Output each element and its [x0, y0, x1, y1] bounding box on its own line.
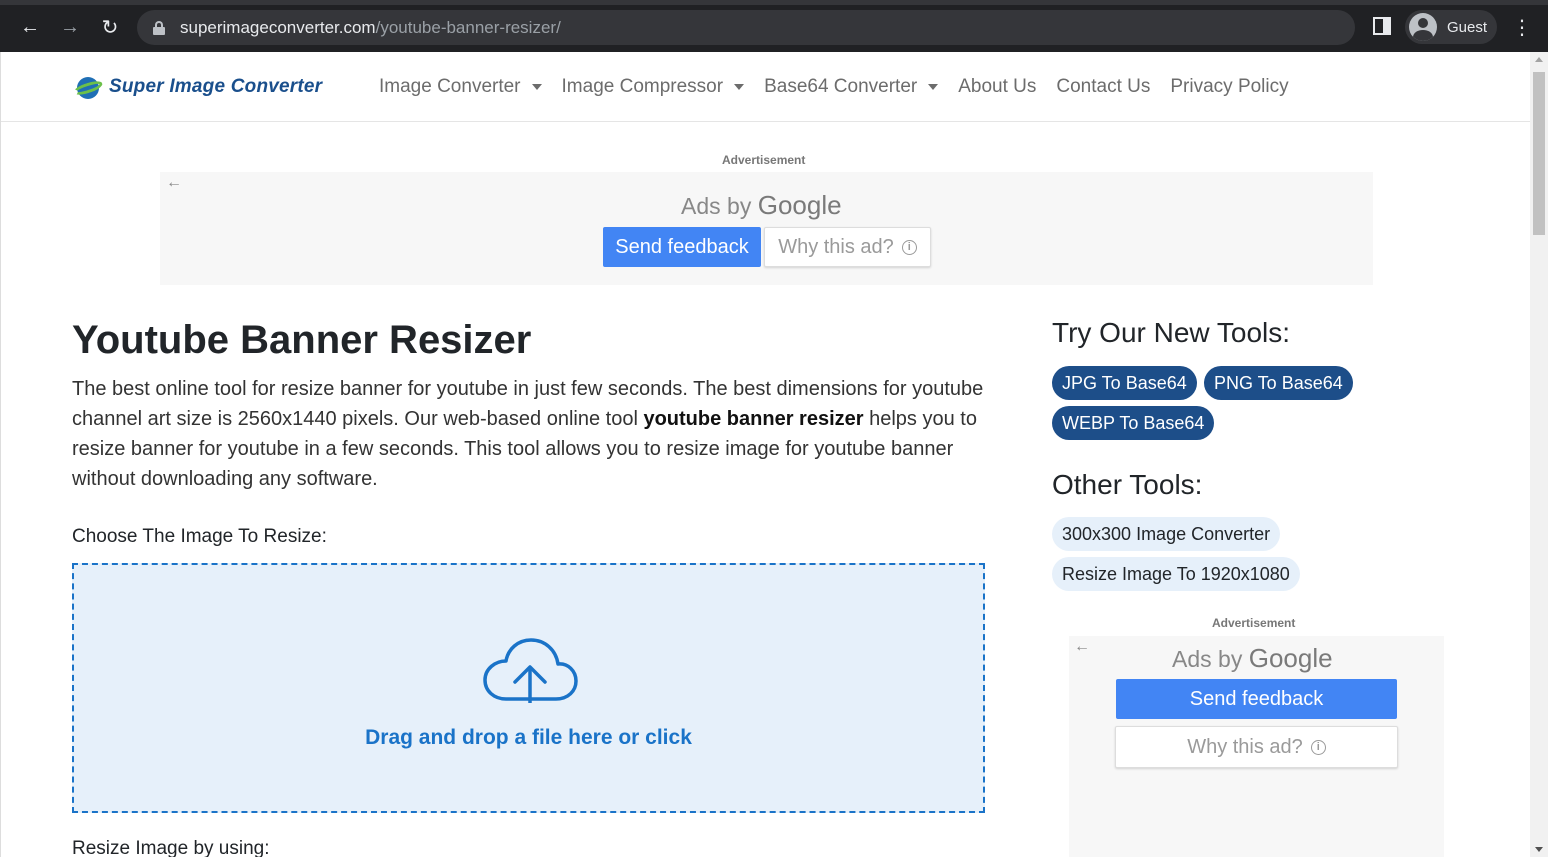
advertisement-label: Advertisement — [1212, 616, 1296, 630]
nav-label: Base64 Converter — [764, 76, 918, 97]
scroll-down-icon[interactable] — [1535, 847, 1543, 852]
caret-down-icon — [928, 84, 939, 90]
logo-globe-icon — [72, 74, 104, 100]
tool-pill-300x300-converter[interactable]: 300x300 Image Converter — [1052, 517, 1281, 551]
lock-icon[interactable] — [153, 20, 165, 35]
nav-label: About Us — [958, 76, 1037, 97]
profile-name: Guest — [1447, 18, 1488, 36]
advertisement-label: Advertisement — [722, 153, 806, 167]
reload-icon[interactable]: ↻ — [95, 12, 125, 42]
nav-contact-us[interactable]: Contact Us — [1056, 76, 1150, 98]
dropzone-text[interactable]: Drag and drop a file here or click — [74, 726, 983, 750]
caret-down-icon — [734, 84, 745, 90]
ads-by-text: Ads by — [681, 193, 752, 219]
other-tools-heading: Other Tools: — [1052, 469, 1203, 500]
why-this-ad-label: Why this ad? — [778, 235, 894, 258]
url-path: /youtube-banner-resizer/ — [375, 17, 561, 37]
caret-down-icon — [531, 84, 542, 90]
back-arrow-icon[interactable]: ← — [15, 12, 45, 42]
file-dropzone[interactable]: Drag and drop a file here or click — [72, 563, 985, 813]
page-scrollbar[interactable] — [1530, 52, 1548, 857]
tab-strip-edge — [0, 0, 1548, 5]
nav-label: Image Compressor — [561, 76, 724, 97]
info-icon: i — [901, 239, 917, 255]
profile-button[interactable]: Guest — [1405, 10, 1497, 44]
top-ad-slot: ← Ads by Google Send feedback Why this a… — [160, 172, 1373, 285]
main-nav: Image Converter Image Compressor Base64 … — [379, 76, 1309, 98]
nav-image-converter[interactable]: Image Converter — [379, 76, 542, 98]
send-feedback-button[interactable]: Send feedback — [1116, 679, 1397, 719]
logo-text: Super Image Converter — [109, 76, 323, 97]
ads-by-google: Ads by Google — [1172, 643, 1333, 674]
tool-pill-resize-1920x1080[interactable]: Resize Image To 1920x1080 — [1052, 557, 1300, 591]
scroll-up-icon[interactable] — [1535, 57, 1543, 62]
scrollbar-thumb[interactable] — [1533, 72, 1545, 235]
why-this-ad-button[interactable]: Why this ad? i — [764, 227, 931, 267]
tool-pill-webp-to-base64[interactable]: WEBP To Base64 — [1052, 406, 1215, 440]
choose-image-label: Choose The Image To Resize: — [72, 526, 327, 547]
info-icon: i — [1310, 739, 1326, 755]
page-viewport: Super Image Converter Image Converter Im… — [0, 52, 1530, 857]
new-tools-heading: Try Our New Tools: — [1052, 317, 1291, 348]
nav-label: Privacy Policy — [1170, 76, 1289, 97]
site-header: Super Image Converter Image Converter Im… — [1, 52, 1530, 122]
browser-menu-icon[interactable]: ⋮ — [1512, 14, 1532, 40]
forward-arrow-icon[interactable]: → — [55, 12, 85, 42]
ads-by-text: Ads by — [1172, 646, 1243, 672]
intro-bold-text: youtube banner resizer — [643, 408, 864, 430]
google-wordmark: Google — [1248, 643, 1333, 673]
ads-by-google: Ads by Google — [681, 190, 842, 221]
google-wordmark: Google — [757, 190, 842, 220]
nav-image-compressor[interactable]: Image Compressor — [562, 76, 745, 98]
address-bar[interactable]: superimageconverter.com/youtube-banner-r… — [137, 10, 1355, 45]
site-logo[interactable]: Super Image Converter — [72, 74, 323, 100]
page-title: Youtube Banner Resizer — [72, 318, 532, 362]
ad-back-arrow-icon[interactable]: ← — [166, 174, 182, 192]
browser-toolbar: ← → ↻ superimageconverter.com/youtube-ba… — [0, 0, 1548, 52]
why-this-ad-label: Why this ad? — [1187, 735, 1303, 758]
tool-pill-png-to-base64[interactable]: PNG To Base64 — [1204, 366, 1353, 400]
nav-label: Image Converter — [379, 76, 521, 97]
nav-about-us[interactable]: About Us — [958, 76, 1036, 98]
sidebar-ad-slot: ← Ads by Google Send feedback Why this a… — [1069, 636, 1444, 857]
nav-privacy-policy[interactable]: Privacy Policy — [1170, 76, 1288, 98]
why-this-ad-button[interactable]: Why this ad? i — [1115, 726, 1398, 768]
nav-label: Contact Us — [1056, 76, 1151, 97]
send-feedback-button[interactable]: Send feedback — [603, 227, 761, 267]
cloud-upload-icon — [483, 638, 578, 703]
resize-by-label: Resize Image by using: — [72, 838, 270, 857]
avatar-icon — [1409, 13, 1437, 41]
ad-back-arrow-icon[interactable]: ← — [1074, 638, 1090, 656]
url-host: superimageconverter.com — [180, 17, 376, 37]
nav-base64-converter[interactable]: Base64 Converter — [764, 76, 939, 98]
side-panel-icon[interactable] — [1373, 17, 1391, 35]
tool-pill-jpg-to-base64[interactable]: JPG To Base64 — [1052, 366, 1197, 400]
intro-paragraph: The best online tool for resize banner f… — [72, 374, 992, 494]
